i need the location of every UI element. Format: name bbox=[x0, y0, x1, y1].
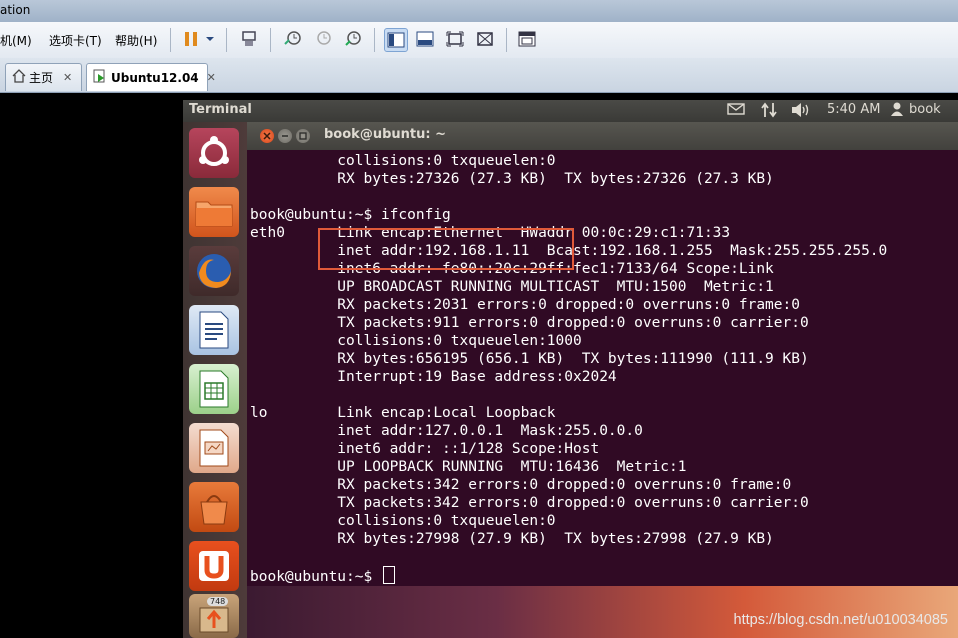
volume-icon[interactable] bbox=[791, 102, 811, 122]
network-icon[interactable] bbox=[760, 102, 778, 122]
close-icon[interactable]: ✕ bbox=[207, 71, 216, 84]
toolbar-separator bbox=[226, 28, 227, 52]
terminal-line: collisions:0 txqueuelen:0 bbox=[250, 153, 556, 169]
dash-home-icon[interactable] bbox=[189, 128, 239, 178]
terminal-line: Interrupt:19 Base address:0x2024 bbox=[250, 369, 617, 385]
software-center-icon[interactable] bbox=[189, 482, 239, 532]
user-icon[interactable] bbox=[891, 102, 903, 120]
terminal-line: book@ubuntu:~$ ifconfig bbox=[250, 207, 451, 223]
snapshot-manager-icon[interactable] bbox=[342, 28, 364, 50]
menu-vm[interactable]: 机(M) bbox=[0, 32, 32, 49]
libreoffice-impress-icon[interactable] bbox=[189, 423, 239, 473]
snapshot-take-icon[interactable] bbox=[282, 28, 304, 50]
terminal-line: RX bytes:27998 (27.9 KB) TX bytes:27998 … bbox=[250, 531, 774, 547]
terminal-line: RX bytes:656195 (656.1 KB) TX bytes:1119… bbox=[250, 351, 809, 367]
snapshot-revert-icon[interactable] bbox=[312, 28, 334, 50]
terminal-prompt: book@ubuntu:~$ bbox=[250, 569, 381, 585]
libreoffice-writer-icon[interactable] bbox=[189, 305, 239, 355]
tab-ubuntu[interactable]: Ubuntu12.04 ✕ bbox=[86, 63, 216, 91]
close-window-button[interactable] bbox=[260, 129, 274, 143]
toolbar-separator bbox=[170, 28, 171, 52]
update-count-badge: 748 bbox=[207, 597, 229, 606]
active-app-title: Terminal bbox=[189, 102, 252, 117]
unity-launcher: 748 bbox=[183, 122, 247, 638]
terminal-window-title: book@ubuntu: ~ bbox=[324, 127, 446, 142]
send-ctrl-alt-del-icon[interactable] bbox=[238, 28, 260, 50]
terminal-line: collisions:0 txqueuelen:1000 bbox=[250, 333, 582, 349]
toolbar-separator bbox=[374, 28, 375, 52]
terminal-line: TX packets:911 errors:0 dropped:0 overru… bbox=[250, 315, 809, 331]
menu-help[interactable]: 帮助(H) bbox=[115, 32, 157, 49]
toolbar-separator bbox=[270, 28, 271, 52]
view-console-icon[interactable] bbox=[384, 28, 408, 52]
close-icon[interactable]: ✕ bbox=[63, 71, 72, 84]
preferences-window-icon[interactable] bbox=[516, 28, 538, 50]
minimize-window-button[interactable] bbox=[278, 129, 292, 143]
terminal-line: lo Link encap:Local Loopback bbox=[250, 405, 556, 421]
libreoffice-calc-icon[interactable] bbox=[189, 364, 239, 414]
terminal-titlebar[interactable]: book@ubuntu: ~ bbox=[247, 122, 958, 150]
files-folder-icon[interactable] bbox=[189, 187, 239, 237]
terminal-line: RX bytes:27326 (27.3 KB) TX bytes:27326 … bbox=[250, 171, 774, 187]
terminal-prompt-line[interactable]: book@ubuntu:~$ bbox=[250, 566, 395, 585]
terminal-cursor bbox=[382, 566, 395, 584]
user-name[interactable]: book bbox=[909, 102, 941, 117]
terminal-line: UP LOOPBACK RUNNING MTU:16436 Metric:1 bbox=[250, 459, 687, 475]
tab-label: Ubuntu12.04 bbox=[111, 70, 199, 85]
menu-tabs[interactable]: 选项卡(T) bbox=[49, 32, 102, 49]
unity-mode-icon[interactable] bbox=[474, 28, 496, 50]
chevron-down-icon[interactable] bbox=[202, 28, 218, 50]
vmware-tab-bar: 主页 ✕ Ubuntu12.04 ✕ bbox=[0, 58, 958, 93]
terminal-line: RX packets:2031 errors:0 dropped:0 overr… bbox=[250, 297, 800, 313]
toolbar-separator bbox=[506, 28, 507, 52]
home-icon bbox=[12, 69, 26, 86]
ubuntu-one-icon[interactable] bbox=[189, 541, 239, 591]
vm-running-icon bbox=[93, 69, 107, 86]
tab-home[interactable]: 主页 ✕ bbox=[5, 63, 82, 91]
tab-label: 主页 bbox=[29, 71, 54, 85]
pause-icon[interactable] bbox=[180, 28, 202, 50]
maximize-window-button[interactable] bbox=[296, 129, 310, 143]
clock[interactable]: 5:40 AM bbox=[827, 102, 880, 117]
ip-highlight-box bbox=[318, 228, 574, 270]
mail-icon[interactable] bbox=[727, 102, 745, 120]
watermark: https://blog.csdn.net/u010034085 bbox=[733, 612, 948, 628]
view-bottom-bar-icon[interactable] bbox=[414, 28, 436, 50]
terminal-line: inet addr:127.0.0.1 Mask:255.0.0.0 bbox=[250, 423, 643, 439]
vmware-title-bar: ation bbox=[0, 0, 958, 22]
window-title: ation bbox=[0, 3, 31, 17]
terminal-line: collisions:0 txqueuelen:0 bbox=[250, 513, 556, 529]
vmware-menubar: 机(M) 选项卡(T) 帮助(H) bbox=[0, 22, 958, 59]
firefox-icon[interactable] bbox=[189, 246, 239, 296]
terminal-line: UP BROADCAST RUNNING MULTICAST MTU:1500 … bbox=[250, 279, 774, 295]
fullscreen-icon[interactable] bbox=[444, 28, 466, 50]
terminal-line: TX packets:342 errors:0 dropped:0 overru… bbox=[250, 495, 809, 511]
terminal-line: RX packets:342 errors:0 dropped:0 overru… bbox=[250, 477, 792, 493]
ubuntu-top-panel: Terminal 5:40 AM book bbox=[183, 100, 958, 122]
terminal-output[interactable]: collisions:0 txqueuelen:0 RX bytes:27326… bbox=[247, 150, 958, 586]
terminal-line: inet6 addr: ::1/128 Scope:Host bbox=[250, 441, 600, 457]
